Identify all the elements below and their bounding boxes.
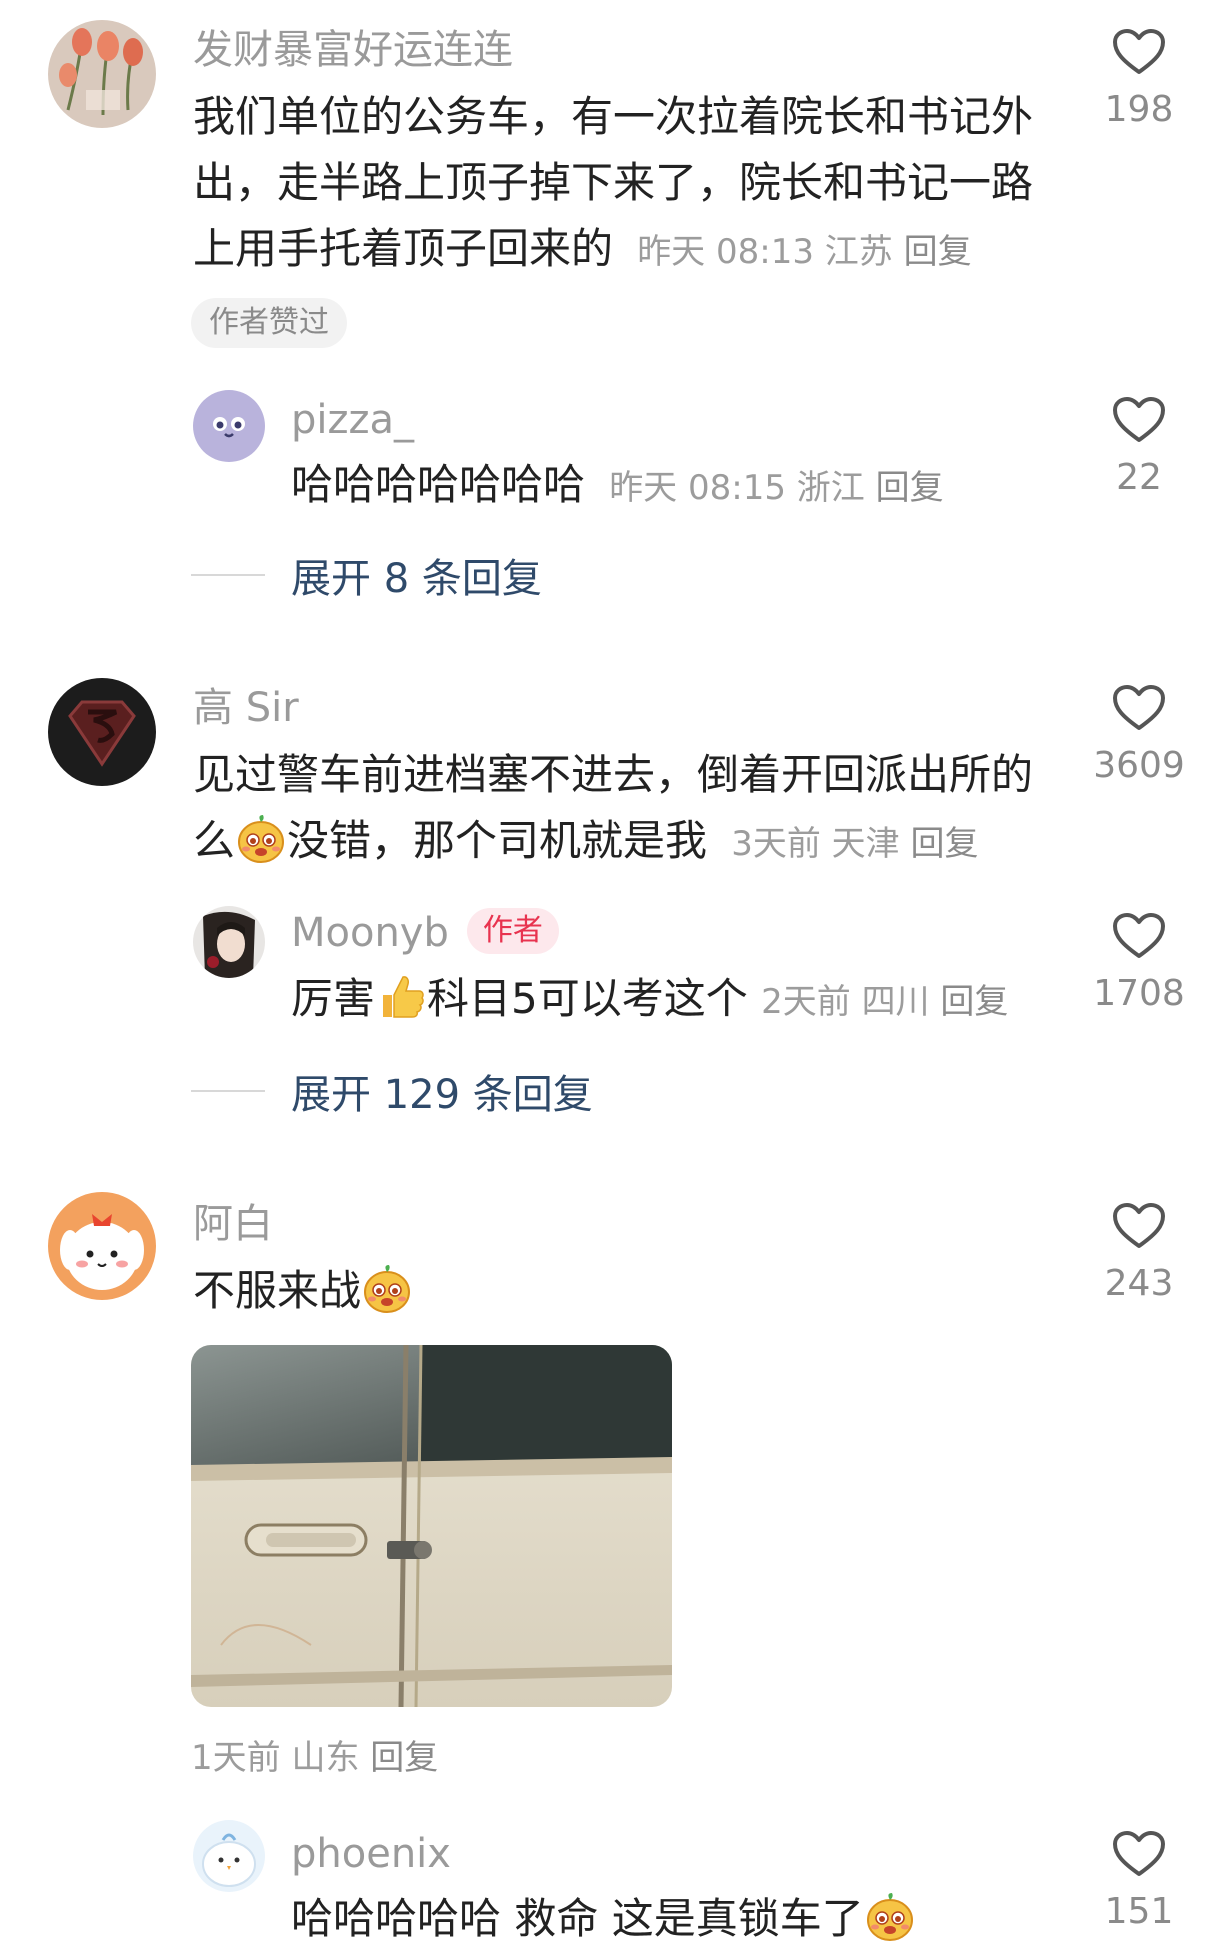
- reply-username: Moonyb 作者: [291, 908, 559, 958]
- comment-username[interactable]: 高 Sir: [193, 688, 299, 728]
- divider: [191, 574, 265, 576]
- comment-text: 我们单位的公务车，有一次拉着院长和书记外出，走半路上顶子掉下来了，院长和书记一路…: [193, 84, 1043, 285]
- reply-region: 浙江: [796, 468, 865, 508]
- comment-text: 不服来战: [193, 1258, 893, 1324]
- reply-button[interactable]: 回复: [940, 982, 1008, 1022]
- comment-text: 见过警车前进档塞不进去，倒着开回派出所的 么 没错，那个司机就是我 3天前 天津 …: [193, 742, 1063, 877]
- like-count: 198: [1104, 89, 1174, 130]
- comment-time: 3天前: [731, 824, 821, 864]
- reply-username-text[interactable]: Moonyb: [291, 910, 449, 956]
- comment-body: 不服来战: [193, 1266, 362, 1315]
- like-count: 3609: [1093, 745, 1185, 786]
- expand-replies[interactable]: 展开 129 条回复: [191, 1062, 593, 1120]
- expand-replies[interactable]: 展开 8 条回复: [191, 546, 542, 604]
- heart-outline-icon[interactable]: [1112, 396, 1166, 444]
- avatar[interactable]: [193, 390, 265, 462]
- comment-meta: 3天前 天津 回复: [720, 824, 978, 864]
- comment-meta: 昨天 08:13 江苏 回复: [626, 232, 971, 272]
- reply-meta: 2天前 四川 回复: [761, 982, 1008, 1022]
- comment-username[interactable]: 阿白: [193, 1204, 273, 1244]
- like-button[interactable]: 3609: [1074, 684, 1204, 784]
- author-liked-chip: 作者赞过: [191, 298, 347, 348]
- like-count: 1708: [1093, 973, 1185, 1014]
- reply-text: 哈哈哈哈哈哈哈 昨天 08:15 浙江 回复: [291, 452, 1051, 521]
- comment-region: 天津: [831, 824, 900, 864]
- reply-time: 昨天 08:15: [609, 468, 786, 508]
- like-button[interactable]: 1708: [1074, 912, 1204, 1012]
- avatar[interactable]: [48, 1192, 156, 1300]
- heart-outline-icon[interactable]: [1112, 684, 1166, 732]
- yellow-face-emoji: [235, 813, 287, 865]
- avatar[interactable]: [48, 20, 156, 128]
- yellow-face-emoji: [361, 1263, 413, 1315]
- divider: [191, 1090, 265, 1092]
- comment-username[interactable]: 发财暴富好运连连: [193, 30, 513, 70]
- reply-text: 哈哈哈哈哈 救命 这是真锁车了: [291, 1886, 1071, 1941]
- reply-body-pre: 厉害: [291, 974, 376, 1023]
- reply-username[interactable]: phoenix: [291, 1834, 451, 1874]
- heart-outline-icon[interactable]: [1112, 1202, 1166, 1250]
- comment-body-line2-pre: 么: [193, 816, 236, 865]
- expand-replies-label[interactable]: 展开 129 条回复: [291, 1062, 593, 1120]
- reply-meta: 昨天 08:15 浙江 回复: [598, 468, 943, 508]
- like-button[interactable]: 151: [1074, 1830, 1204, 1930]
- heart-outline-icon[interactable]: [1112, 912, 1166, 960]
- reply-username[interactable]: pizza_: [291, 400, 414, 440]
- thumbs-up-emoji: [375, 971, 427, 1023]
- comment-image[interactable]: [191, 1345, 672, 1707]
- comment-body-line2-post: 没错，那个司机就是我: [287, 816, 708, 865]
- like-button[interactable]: 243: [1074, 1202, 1204, 1302]
- reply-text: 厉害 科目5可以考这个 2天前 四川 回复: [291, 966, 1071, 1035]
- like-button[interactable]: 198: [1074, 28, 1204, 128]
- comment-region: 山东: [291, 1738, 360, 1778]
- avatar[interactable]: [193, 906, 265, 978]
- reply-body: 哈哈哈哈哈哈哈: [291, 460, 586, 509]
- reply-region: 四川: [861, 982, 930, 1022]
- like-button[interactable]: 22: [1074, 396, 1204, 496]
- like-count: 243: [1104, 1263, 1174, 1304]
- comment-time: 昨天 08:13: [637, 232, 814, 272]
- like-count: 151: [1104, 1891, 1174, 1932]
- reply-body-post: 科目5可以考这个: [427, 974, 748, 1023]
- avatar[interactable]: [48, 678, 156, 786]
- reply-button[interactable]: 回复: [910, 824, 978, 864]
- reply-button[interactable]: 回复: [904, 232, 972, 272]
- reply-button[interactable]: 回复: [876, 468, 944, 508]
- heart-outline-icon[interactable]: [1112, 1830, 1166, 1878]
- like-count: 22: [1116, 457, 1162, 498]
- reply-time: 2天前: [761, 982, 851, 1022]
- reply-button[interactable]: 回复: [370, 1738, 438, 1778]
- reply-body: 哈哈哈哈哈 救命 这是真锁车了: [291, 1894, 864, 1941]
- comment-region: 江苏: [824, 232, 893, 272]
- comment-body-line1: 见过警车前进档塞不进去，倒着开回派出所的: [193, 750, 1034, 799]
- yellow-face-emoji: [864, 1891, 916, 1941]
- avatar[interactable]: [193, 1820, 265, 1892]
- comment-meta: 1天前 山东 回复: [191, 1730, 438, 1779]
- comment-time: 1天前: [191, 1738, 281, 1778]
- expand-replies-label[interactable]: 展开 8 条回复: [291, 546, 542, 604]
- heart-outline-icon[interactable]: [1112, 28, 1166, 76]
- author-badge: 作者: [466, 908, 559, 954]
